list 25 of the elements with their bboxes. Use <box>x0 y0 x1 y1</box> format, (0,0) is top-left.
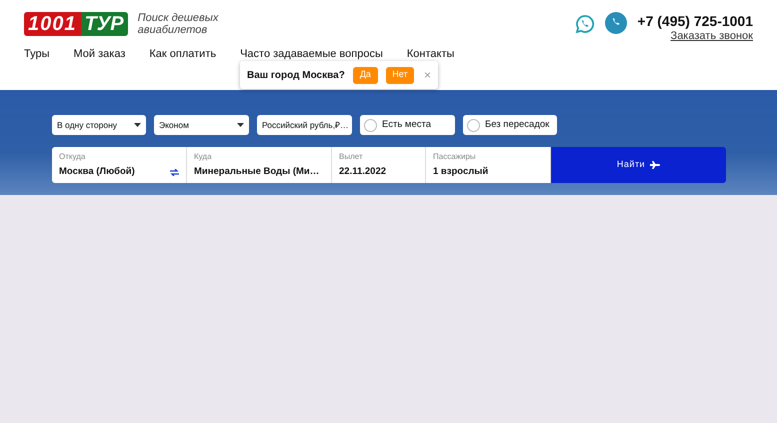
dropdown[interactable]: Российский рубль,₽… <box>257 115 352 135</box>
search-field[interactable]: Пассажиры 1 взрослый <box>426 147 551 183</box>
dropdown[interactable]: В одну сторону <box>52 115 146 135</box>
caret-icon <box>134 123 141 127</box>
search-field[interactable]: Куда Минеральные Воды (Ми… <box>187 147 332 183</box>
callback-link[interactable]: Заказать звонок <box>670 30 753 42</box>
checkbox[interactable]: Без пересадок <box>463 115 557 135</box>
search-button[interactable]: Найти <box>551 147 726 183</box>
nav-link[interactable]: Контакты <box>406 48 454 61</box>
search-field[interactable]: Вылет 22.11.2022 <box>332 147 426 183</box>
phone-icon[interactable] <box>605 12 628 34</box>
city-question: Ваш город Москва? <box>247 68 345 82</box>
search-field[interactable]: Откуда Москва (Любой) <box>52 147 187 183</box>
phone-number[interactable]: +7 (495) 725-1001 <box>637 12 753 30</box>
nav-link[interactable]: Как оплатить <box>149 48 216 61</box>
whatsapp-icon[interactable] <box>575 14 596 34</box>
nav-link[interactable]: Туры <box>24 48 50 61</box>
airplane-icon <box>650 160 660 170</box>
caret-icon <box>237 123 244 127</box>
dropdown[interactable]: Эконом <box>154 115 249 135</box>
checkbox[interactable]: Есть места <box>360 115 455 135</box>
nav-link[interactable]: Мой заказ <box>74 48 126 61</box>
tagline: Поиск дешевых авиабилетов <box>138 12 220 36</box>
nav-link[interactable]: Часто задаваемые вопросы <box>240 48 383 61</box>
swap-icon[interactable] <box>170 168 179 176</box>
